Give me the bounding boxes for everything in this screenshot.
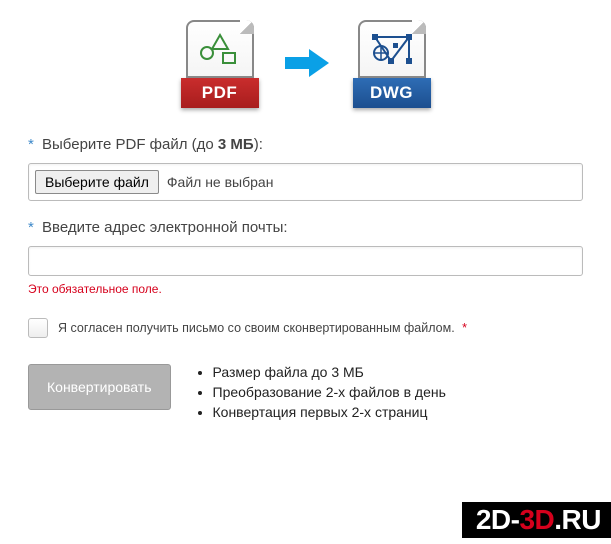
convert-button[interactable]: Конвертировать — [28, 364, 171, 410]
dwg-nodes-icon — [358, 20, 426, 78]
file-field-label: * Выберите PDF файл (до 3 МБ): — [28, 136, 583, 153]
list-item: Конвертация первых 2-х страниц — [213, 404, 446, 420]
action-row: Конвертировать Размер файла до 3 МБ Прео… — [28, 364, 583, 424]
required-asterisk: * — [462, 321, 467, 335]
file-input-placeholder: Файл не выбран — [167, 174, 274, 190]
notes-list: Размер файла до 3 МБ Преобразование 2-х … — [193, 364, 446, 424]
required-asterisk: * — [28, 219, 34, 236]
consent-label: Я согласен получить письмо со своим скон… — [58, 321, 467, 335]
email-error-message: Это обязательное поле. — [28, 282, 583, 296]
conversion-hero: PDF — [28, 20, 583, 108]
email-input[interactable] — [28, 246, 583, 276]
consent-row: Я согласен получить письмо со своим скон… — [28, 318, 583, 338]
source-format-card: PDF — [175, 20, 265, 108]
email-field-label: * Введите адрес электронной почты: — [28, 219, 583, 236]
email-field-row: * Введите адрес электронной почты: Это о… — [28, 219, 583, 296]
required-asterisk: * — [28, 136, 34, 153]
watermark-logo: 2D-3D.RU — [462, 502, 611, 538]
list-item: Преобразование 2-х файлов в день — [213, 384, 446, 400]
file-field-row: * Выберите PDF файл (до 3 МБ): Выберите … — [28, 136, 583, 201]
list-item: Размер файла до 3 МБ — [213, 364, 446, 380]
dwg-label: DWG — [353, 78, 431, 108]
arrow-right-icon — [279, 43, 333, 86]
target-format-card: DWG — [347, 20, 437, 108]
pdf-shapes-icon — [186, 20, 254, 78]
consent-checkbox[interactable] — [28, 318, 48, 338]
pdf-label: PDF — [181, 78, 259, 108]
choose-file-button[interactable]: Выберите файл — [35, 170, 159, 194]
file-input[interactable]: Выберите файл Файл не выбран — [28, 163, 583, 201]
